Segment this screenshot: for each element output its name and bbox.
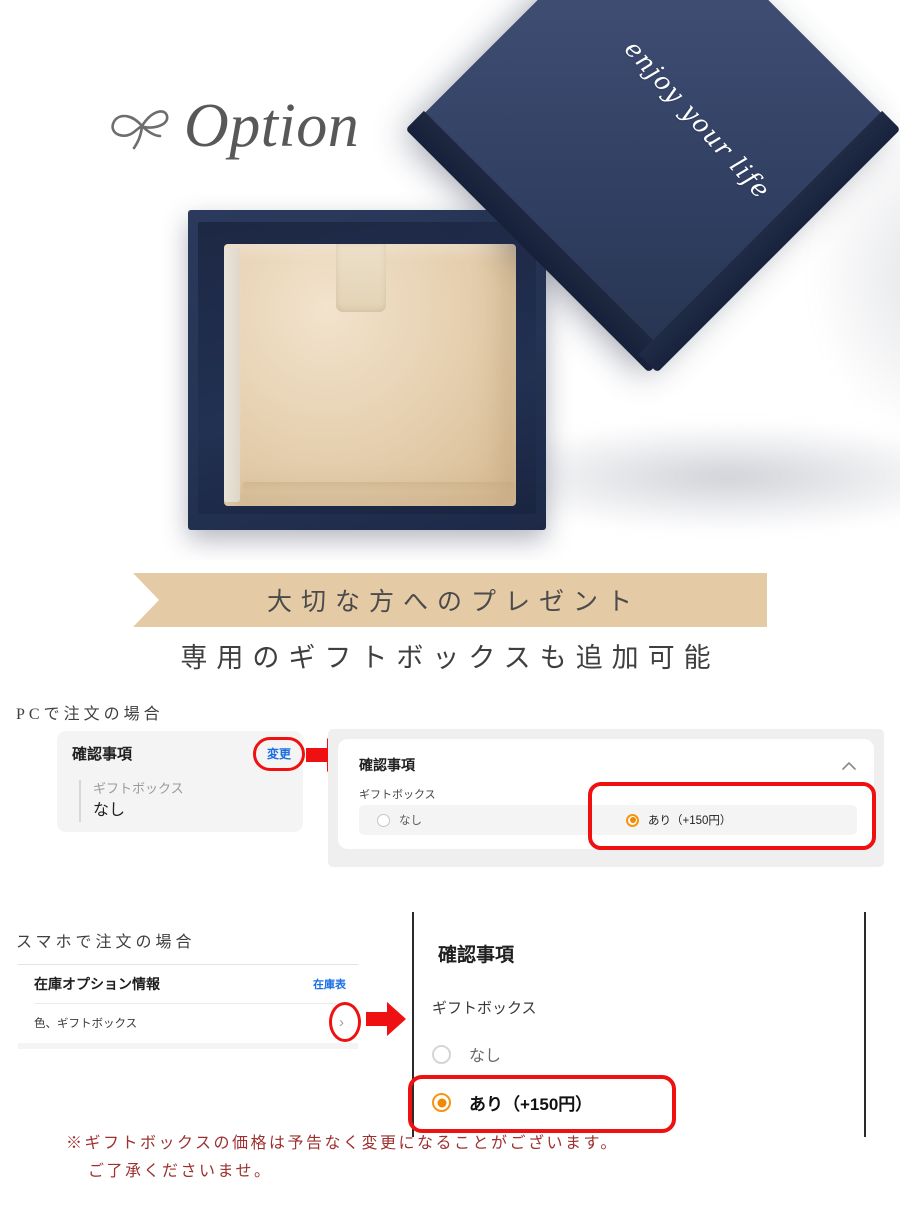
chevron-up-icon[interactable] bbox=[842, 761, 856, 770]
mobile-option-with-box[interactable]: あり（+150円） bbox=[432, 1090, 592, 1115]
sub-headline: 専用のギフトボックスも追加可能 bbox=[180, 643, 720, 673]
mobile-panel-option-label: ギフトボックス bbox=[432, 1000, 537, 1017]
pc-panel-option-label: ギフトボックス bbox=[359, 789, 436, 801]
pc-option-none-label: なし bbox=[399, 815, 422, 827]
pc-panel-title: 確認事項 bbox=[359, 757, 415, 773]
mobile-option-none[interactable]: なし bbox=[432, 1042, 501, 1066]
footer-note-line2: ご了承くださいませ。 bbox=[88, 1163, 273, 1180]
towel-edge bbox=[224, 248, 240, 502]
pc-summary-title: 確認事項 bbox=[72, 746, 133, 763]
towel-fold bbox=[242, 482, 514, 492]
promo-banner: 大切な方へのプレゼント bbox=[133, 573, 767, 627]
gift-box-option-page: enjoy your life Option 大切な方へのプレゼント 専用のギフ… bbox=[0, 0, 900, 1220]
pc-summary-card-body: ギフトボックス なし bbox=[79, 780, 184, 823]
pc-panel-header[interactable]: 確認事項 bbox=[359, 755, 856, 775]
pc-summary-option-value: なし bbox=[93, 801, 126, 819]
pc-option-with-box-label: あり（+150円） bbox=[648, 815, 732, 827]
pc-expanded-panel-outer: 確認事項 ギフトボックス なし あり（+150円） bbox=[328, 729, 884, 867]
promo-banner-text: 大切な方へのプレゼント bbox=[266, 589, 641, 616]
ribbon-bow-icon bbox=[111, 110, 169, 150]
mobile-list-header: 在庫オプション情報 在庫表 bbox=[34, 965, 346, 1004]
footer-note: ※ギフトボックスの価格は予告なく変更になることがございます。 ご了承くださいませ… bbox=[66, 1130, 876, 1186]
chevron-right-icon[interactable]: › bbox=[339, 1015, 346, 1030]
pc-option-group: なし あり（+150円） bbox=[359, 805, 857, 835]
footer-note-line1: ※ギフトボックスの価格は予告なく変更になることがございます。 bbox=[66, 1135, 619, 1152]
mobile-panel-title: 確認事項 bbox=[438, 945, 515, 966]
radio-icon-selected-mobile[interactable] bbox=[432, 1093, 451, 1112]
page-title: Option bbox=[108, 95, 359, 157]
mobile-option-panel: 確認事項 ギフトボックス なし あり（+150円） bbox=[412, 912, 866, 1137]
pc-option-with-box[interactable]: あり（+150円） bbox=[608, 805, 857, 835]
radio-icon-unselected-mobile[interactable] bbox=[432, 1044, 451, 1064]
mobile-stock-table-link[interactable]: 在庫表 bbox=[313, 976, 346, 992]
lid-script-text: enjoy your life bbox=[618, 34, 777, 205]
pc-summary-option-label: ギフトボックス bbox=[93, 781, 184, 796]
pc-change-link-wrapper: 変更 bbox=[252, 736, 305, 771]
pc-change-link[interactable]: 変更 bbox=[267, 747, 291, 761]
mobile-list-title: 在庫オプション情報 bbox=[34, 976, 160, 992]
page-title-text: Option bbox=[184, 92, 360, 160]
pc-expanded-panel: 確認事項 ギフトボックス なし あり（+150円） bbox=[338, 739, 874, 849]
pc-section-label: PCで注文の場合 bbox=[16, 706, 164, 723]
mobile-list-row-text: 色、ギフトボックス bbox=[34, 1017, 138, 1030]
radio-icon-unselected[interactable] bbox=[377, 813, 390, 827]
mobile-section-label: スマホで注文の場合 bbox=[16, 934, 196, 951]
mobile-option-list: 在庫オプション情報 在庫表 色、ギフトボックス › bbox=[18, 964, 358, 1049]
red-arrow-icon-mobile bbox=[366, 1002, 406, 1036]
pc-summary-card: 確認事項 変更 ギフトボックス なし bbox=[57, 731, 305, 832]
mobile-list-row[interactable]: 色、ギフトボックス › bbox=[34, 1003, 346, 1042]
mobile-option-with-box-label: あり（+150円） bbox=[469, 1095, 593, 1114]
pc-summary-card-header: 確認事項 変更 bbox=[72, 736, 305, 771]
pc-option-none[interactable]: なし bbox=[359, 805, 608, 835]
hero-section: enjoy your life Option bbox=[0, 0, 900, 560]
mobile-option-none-label: なし bbox=[469, 1048, 502, 1065]
gift-box-photo: enjoy your life bbox=[168, 0, 900, 540]
radio-icon-selected[interactable] bbox=[626, 813, 639, 827]
